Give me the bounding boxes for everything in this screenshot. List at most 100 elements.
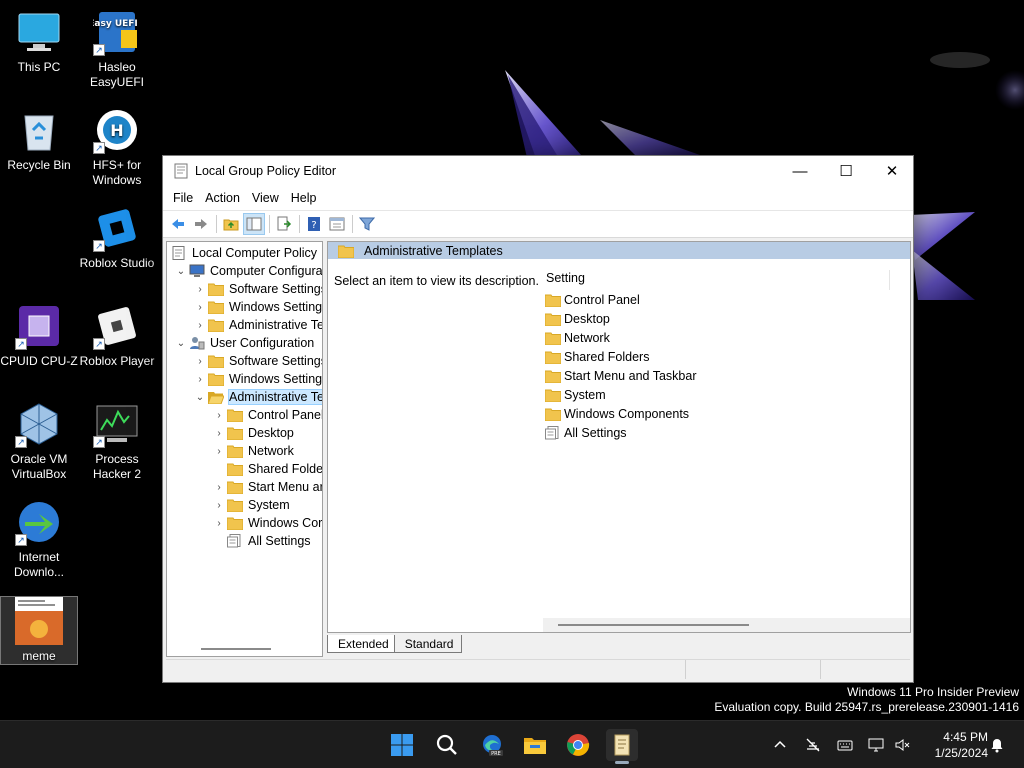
- desktop-shortcut[interactable]: Easy UEFI ↗ Hasleo EasyUEFI: [78, 8, 156, 90]
- tree-item[interactable]: › Administrative Te: [192, 316, 322, 334]
- maximize-button[interactable]: ☐: [823, 156, 869, 186]
- settings-list-icon: [227, 534, 241, 548]
- watermark-build: Evaluation copy. Build 25947.rs_prerelea…: [714, 700, 1019, 714]
- collapse-icon[interactable]: ⌄: [173, 266, 189, 277]
- search-button[interactable]: [431, 729, 463, 761]
- tree-item-label: Start Menu ar: [248, 480, 323, 494]
- tree-item[interactable]: › Software Settings: [192, 352, 322, 370]
- column-separator[interactable]: [889, 270, 890, 290]
- tree-item[interactable]: › Start Menu ar: [211, 478, 323, 496]
- expand-icon[interactable]: ›: [192, 374, 208, 385]
- chrome-button[interactable]: [562, 729, 594, 761]
- forward-button[interactable]: [190, 213, 212, 235]
- desktop-shortcut[interactable]: ↗ Oracle VM VirtualBox: [0, 400, 78, 482]
- expand-icon[interactable]: ›: [211, 446, 227, 457]
- edge-preview-button[interactable]: PRE: [476, 729, 508, 761]
- expand-icon[interactable]: ›: [192, 302, 208, 313]
- tree-item[interactable]: › Windows Setting: [192, 370, 322, 388]
- filter-icon: [359, 217, 375, 231]
- keyboard-tray-button[interactable]: [835, 735, 855, 755]
- group-policy-editor-taskbar-button[interactable]: [606, 729, 638, 764]
- tree-item[interactable]: All Settings: [211, 532, 311, 550]
- expand-icon[interactable]: ›: [192, 356, 208, 367]
- tree-item[interactable]: › Windows Setting: [192, 298, 322, 316]
- setting-row[interactable]: Start Menu and Taskbar: [543, 366, 910, 385]
- file-explorer-button[interactable]: [519, 729, 551, 761]
- export-list-button[interactable]: [273, 213, 295, 235]
- tree-item-label: Network: [248, 444, 294, 458]
- expand-icon[interactable]: ›: [211, 428, 227, 439]
- show-hide-tree-button[interactable]: [243, 213, 265, 235]
- desktop-shortcut-label: Process Hacker 2: [92, 452, 142, 481]
- tab-extended[interactable]: Extended: [327, 635, 398, 653]
- collapse-icon[interactable]: ⌄: [192, 392, 208, 403]
- tree-item[interactable]: ⌄ Administrative Te: [192, 388, 323, 406]
- tree-item[interactable]: › Desktop: [211, 424, 294, 442]
- tree-item[interactable]: › Windows Cor: [211, 514, 322, 532]
- collapse-icon[interactable]: ⌄: [173, 338, 189, 349]
- minimize-button[interactable]: —: [777, 156, 823, 186]
- desktop-shortcut[interactable]: ↗ CPUID CPU-Z: [0, 302, 78, 369]
- desktop-shortcut-glyph: [15, 597, 63, 645]
- help-button[interactable]: ?: [303, 213, 325, 235]
- desktop-shortcut[interactable]: ↗ Roblox Player: [78, 302, 156, 369]
- network-tray-button[interactable]: [803, 735, 823, 755]
- expand-icon[interactable]: ›: [211, 482, 227, 493]
- setting-row[interactable]: Windows Components: [543, 404, 910, 423]
- scrollbar-thumb[interactable]: [558, 624, 749, 626]
- menu-view[interactable]: View: [246, 191, 285, 205]
- group-policy-editor-window[interactable]: Local Group Policy Editor — ☐ ✕ File Act…: [162, 155, 914, 683]
- desktop-shortcut[interactable]: ↗ Internet Downlo...: [0, 498, 78, 580]
- tree-item[interactable]: › Control Panel: [211, 406, 322, 424]
- setting-column-header[interactable]: Setting: [543, 266, 910, 290]
- tree-item[interactable]: ⌄ User Configuration: [173, 334, 314, 352]
- setting-row[interactable]: Shared Folders: [543, 347, 910, 366]
- details-pane[interactable]: Administrative Templates Select an item …: [327, 241, 911, 633]
- menu-file[interactable]: File: [167, 191, 199, 205]
- up-one-level-button[interactable]: [220, 213, 242, 235]
- tree-item[interactable]: ⌄ Computer Configura: [173, 262, 322, 280]
- expand-icon[interactable]: ›: [192, 320, 208, 331]
- setting-row[interactable]: Desktop: [543, 309, 910, 328]
- properties-button[interactable]: [326, 213, 348, 235]
- clock[interactable]: 4:45 PM 1/25/2024: [920, 729, 988, 761]
- volume-tray-button[interactable]: [892, 735, 912, 755]
- back-button[interactable]: [167, 213, 189, 235]
- expand-icon[interactable]: ›: [211, 410, 227, 421]
- start-button[interactable]: [386, 729, 418, 761]
- close-button[interactable]: ✕: [869, 156, 915, 186]
- expand-icon[interactable]: ›: [211, 518, 227, 529]
- setting-row[interactable]: All Settings: [543, 423, 910, 442]
- tree-pane[interactable]: Local Computer Policy ⌄ Computer Configura…: [166, 241, 323, 657]
- start-icon: [391, 734, 413, 756]
- desktop-shortcut[interactable]: H ↗ HFS+ for Windows: [78, 106, 156, 188]
- show-hidden-icons-button[interactable]: [770, 735, 790, 755]
- clock-time: 4:45 PM: [943, 730, 988, 744]
- title-bar[interactable]: Local Group Policy Editor — ☐ ✕: [163, 156, 913, 186]
- tab-standard[interactable]: Standard: [393, 635, 463, 653]
- tree-item[interactable]: › System: [211, 496, 290, 514]
- menu-action[interactable]: Action: [199, 191, 246, 205]
- desktop-shortcut[interactable]: ↗ Roblox Studio: [78, 204, 156, 271]
- expand-icon[interactable]: ›: [192, 284, 208, 295]
- setting-row[interactable]: Control Panel: [543, 290, 910, 309]
- tree-item[interactable]: Shared Folder: [211, 460, 322, 478]
- desktop-shortcut[interactable]: This PC: [0, 8, 78, 75]
- filter-button[interactable]: [356, 213, 378, 235]
- display-tray-button[interactable]: [866, 735, 886, 755]
- folder-icon: [545, 294, 561, 307]
- tree-item-label: Administrative Te: [228, 389, 323, 405]
- tree-item[interactable]: Local Computer Policy: [171, 244, 317, 262]
- expand-icon[interactable]: ›: [211, 500, 227, 511]
- details-horizontal-scrollbar[interactable]: [543, 618, 910, 632]
- tree-horizontal-scrollbar[interactable]: [201, 648, 271, 650]
- tree-item[interactable]: › Software Settings: [192, 280, 322, 298]
- setting-row[interactable]: Network: [543, 328, 910, 347]
- menu-help[interactable]: Help: [285, 191, 323, 205]
- setting-row[interactable]: System: [543, 385, 910, 404]
- desktop-shortcut[interactable]: meme: [0, 596, 78, 665]
- notifications-button[interactable]: [987, 735, 1007, 755]
- desktop-shortcut[interactable]: Recycle Bin: [0, 106, 78, 173]
- tree-item[interactable]: › Network: [211, 442, 294, 460]
- desktop-shortcut[interactable]: ↗ Process Hacker 2: [78, 400, 156, 482]
